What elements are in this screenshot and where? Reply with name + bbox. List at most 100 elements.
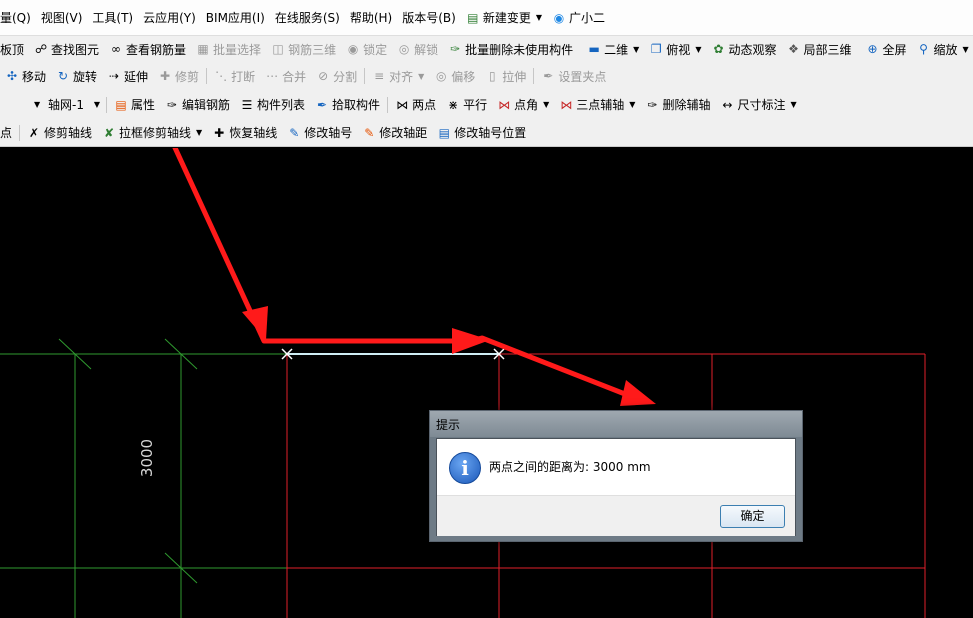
component-list-button[interactable]: ☰ 构件列表 <box>235 94 310 116</box>
restore-axis-button[interactable]: ✚ 恢复轴线 <box>207 122 282 144</box>
menu-quantity[interactable]: 量(Q) <box>0 7 36 29</box>
dimension-dropdown[interactable]: ↔ 尺寸标注 ▼ <box>715 94 801 116</box>
merge-label: 合并 <box>282 69 307 84</box>
chevron-down-icon: ▼ <box>196 128 203 137</box>
offset-button[interactable]: ◎ 偏移 <box>429 65 480 87</box>
dialog-title: 提示 <box>436 418 461 432</box>
drawing-canvas[interactable]: 3000 <box>0 148 973 618</box>
local-3d-button[interactable]: ❖ 局部三维 <box>781 38 856 60</box>
grid-selector-combo[interactable]: ▼ 轴网-1 ▼ <box>28 96 104 114</box>
chevron-down-icon: ▼ <box>962 44 969 54</box>
info-icon: i <box>449 452 481 484</box>
menu-view[interactable]: 视图(V) <box>36 7 88 29</box>
dimension-icon: ↔ <box>722 97 733 112</box>
rotate-icon: ↻ <box>57 69 69 83</box>
three-point-axis-label: 三点辅轴 <box>576 98 625 112</box>
parallel-button[interactable]: ⋇ 平行 <box>441 94 492 116</box>
dynamic-orbit-label: 动态观察 <box>728 42 777 57</box>
menu-tools[interactable]: 工具(T) <box>87 7 138 29</box>
toolbar-modify: ✣ 移动 ↻ 旋转 ⇢ 延伸 ✚ 修剪 ⋱ 打断 ⋯ 合并 ⊘ 分割 ≡ 对齐 ▼ ◎ 偏移 ▯ 拉伸… <box>0 62 973 90</box>
point-button[interactable]: 点 <box>0 122 17 144</box>
dialog-button-area: 确定 <box>437 495 795 536</box>
view-rebar-button[interactable]: ∞ 查看钢筋量 <box>104 38 191 60</box>
rotate-button[interactable]: ↻ 旋转 <box>51 65 102 87</box>
unlock-button[interactable]: ◎ 解锁 <box>392 38 443 60</box>
menu-help[interactable]: 帮助(H) <box>345 7 397 29</box>
trim-axis-button[interactable]: ✗ 修剪轴线 <box>22 122 97 144</box>
two-point-button[interactable]: ⋈ 两点 <box>390 94 441 116</box>
lock-button[interactable]: ◉ 锁定 <box>341 38 392 60</box>
top-view-dropdown[interactable]: ❐ 俯视 ▼ <box>644 38 706 60</box>
edit-rebar-label: 编辑钢筋 <box>182 98 231 112</box>
dialog-titlebar[interactable]: 提示 <box>430 411 802 437</box>
modify-axis-number-position-button[interactable]: ▤ 修改轴号位置 <box>432 122 531 144</box>
trim-axis-label: 修剪轴线 <box>44 126 93 140</box>
dimension-label: 3000 <box>138 439 156 477</box>
slab-top-button[interactable]: 板顶 <box>0 38 29 60</box>
component-list-label: 构件列表 <box>257 98 306 112</box>
split-button[interactable]: ⊘ 分割 <box>311 65 362 87</box>
zoom-dropdown[interactable]: ⚲ 缩放 ▼ <box>912 38 973 60</box>
menu-bar: 量(Q) 视图(V) 工具(T) 云应用(Y) BIM应用(I) 在线服务(S)… <box>0 0 973 36</box>
move-label: 移动 <box>22 69 47 84</box>
fullscreen-button[interactable]: ⊕ 全屏 <box>861 38 912 60</box>
edit-rebar-button[interactable]: ✑ 编辑钢筋 <box>160 94 235 116</box>
break-icon: ⋱ <box>215 69 228 83</box>
batch-select-button[interactable]: ▦ 批量选择 <box>191 38 266 60</box>
trim-button[interactable]: ✚ 修剪 <box>153 65 204 87</box>
info-dialog: 提示 i 两点之间的距离为: 3000 mm 确定 <box>429 410 803 542</box>
lock-icon: ◉ <box>347 42 359 56</box>
menu-cloud[interactable]: 云应用(Y) <box>138 7 201 29</box>
find-element-button[interactable]: ☍ 查找图元 <box>29 38 104 60</box>
top-view-label: 俯视 <box>666 42 691 57</box>
batch-delete-unused-button[interactable]: ✑ 批量删除未使用构件 <box>443 38 578 60</box>
slab-top-label: 板顶 <box>0 42 25 57</box>
grip-icon: ✒ <box>543 69 554 83</box>
chevron-down-icon: ▼ <box>629 100 636 109</box>
box-trim-axis-dropdown[interactable]: ✘ 拉框修剪轴线 ▼ <box>97 122 207 144</box>
new-change-button[interactable]: ▤ 新建变更 ▼ <box>461 7 547 29</box>
two-point-label: 两点 <box>412 98 437 112</box>
canvas-background <box>0 148 973 618</box>
dynamic-orbit-button[interactable]: ✿ 动态观察 <box>706 38 781 60</box>
grid-selector-value: 轴网-1 <box>48 98 84 112</box>
pick-component-button[interactable]: ✒ 拾取构件 <box>310 94 385 116</box>
offset-label: 偏移 <box>451 69 476 84</box>
glasses-icon: ∞ <box>111 42 122 56</box>
modify-axis-spacing-button[interactable]: ✎ 修改轴距 <box>357 122 432 144</box>
break-button[interactable]: ⋱ 打断 <box>209 65 260 87</box>
three-point-axis-dropdown[interactable]: ⋈ 三点辅轴 ▼ <box>554 94 640 116</box>
point-angle-dropdown[interactable]: ⋈ 点角 ▼ <box>492 94 554 116</box>
move-button[interactable]: ✣ 移动 <box>0 65 51 87</box>
ok-button[interactable]: 确定 <box>720 505 785 528</box>
restore-axis-icon: ✚ <box>214 125 225 140</box>
properties-icon: ▤ <box>115 97 127 112</box>
assistant-button[interactable]: ◉ 广小二 <box>547 7 610 29</box>
chevron-down-icon: ▼ <box>418 71 425 81</box>
delete-aux-axis-button[interactable]: ✑ 删除辅轴 <box>640 94 715 116</box>
menu-bim[interactable]: BIM应用(I) <box>201 7 270 29</box>
stretch-button[interactable]: ▯ 拉伸 <box>480 65 531 87</box>
align-label: 对齐 <box>389 69 414 84</box>
set-grip-button[interactable]: ✒ 设置夹点 <box>536 65 611 87</box>
zoom-extents-icon: ⊕ <box>867 42 878 56</box>
align-dropdown[interactable]: ≡ 对齐 ▼ <box>367 65 429 87</box>
menu-online-service[interactable]: 在线服务(S) <box>270 7 345 29</box>
modify-axis-number-button[interactable]: ✎ 修改轴号 <box>282 122 357 144</box>
merge-icon: ⋯ <box>266 69 279 83</box>
split-icon: ⊘ <box>318 69 329 83</box>
fullscreen-label: 全屏 <box>882 42 907 57</box>
stretch-label: 拉伸 <box>502 69 527 84</box>
properties-button[interactable]: ▤ 属性 <box>109 94 160 116</box>
menu-version[interactable]: 版本号(B) <box>397 7 461 29</box>
merge-button[interactable]: ⋯ 合并 <box>260 65 311 87</box>
rebar-3d-button[interactable]: ◫ 钢筋三维 <box>266 38 341 60</box>
toolbar-view: 板顶 ☍ 查找图元 ∞ 查看钢筋量 ▦ 批量选择 ◫ 钢筋三维 ◉ 锁定 ◎ 解锁 ✑ 批量删… <box>0 36 973 62</box>
point-angle-icon: ⋈ <box>498 97 511 112</box>
axis-position-icon: ▤ <box>438 125 450 140</box>
view-2d-dropdown[interactable]: ▬ 二维 ▼ <box>582 38 644 60</box>
extend-button[interactable]: ⇢ 延伸 <box>102 65 153 87</box>
separator <box>387 96 389 113</box>
align-icon: ≡ <box>374 69 385 83</box>
separator <box>206 68 208 84</box>
